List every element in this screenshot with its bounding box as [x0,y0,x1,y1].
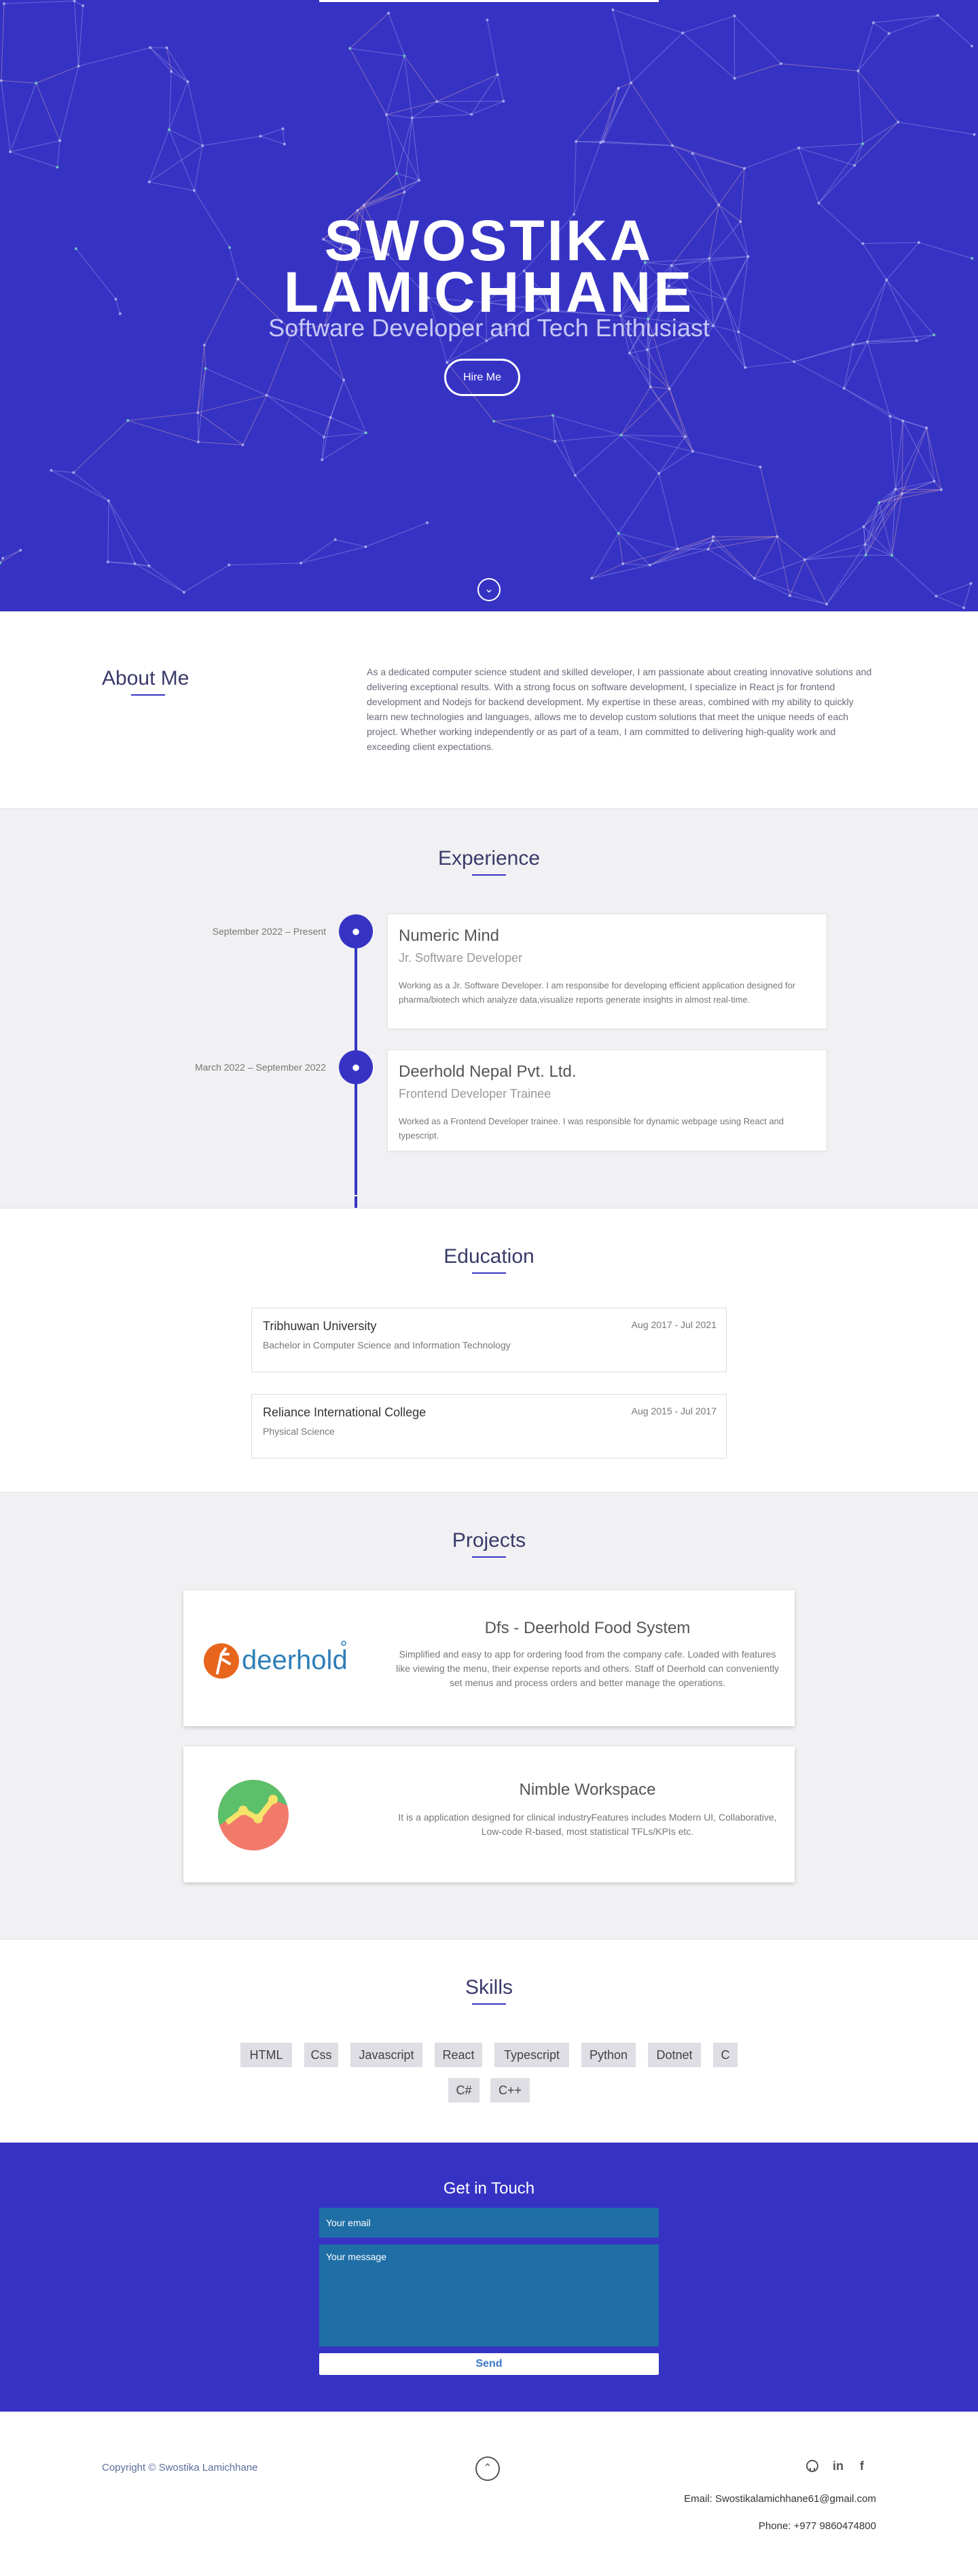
education-school: Tribhuwan University [263,1319,377,1333]
projects-section: Projects deerhold Dfs - Deerhold Food Sy… [0,1492,978,1939]
project-card[interactable]: deerhold Dfs - Deerhold Food System Simp… [183,1590,795,1726]
education-degree: Bachelor in Computer Science and Informa… [263,1340,511,1350]
experience-company: Numeric Mind [399,927,500,945]
experience-card: Numeric Mind Jr. Software Developer Work… [387,914,827,1029]
experience-company: Deerhold Nepal Pvt. Ltd. [399,1062,577,1081]
projects-heading: Projects [452,1529,526,1552]
experience-date: September 2022 – Present [212,926,326,937]
nimble-logo [218,1780,289,1850]
chevron-down-icon[interactable]: ⌄ [477,578,501,601]
project-title: Dfs - Deerhold Food System [484,1619,691,1637]
contact-heading: Get in Touch [443,2179,535,2198]
hero-subtitle: Software Developer and Tech Enthusiast [268,314,710,342]
experience-description: Worked as a Frontend Developer trainee. … [399,1116,784,1141]
deerhold-logo-text: deerhold [242,1645,348,1675]
send-button[interactable]: Send [319,2353,659,2375]
project-title: Nimble Workspace [519,1781,656,1799]
skill-chip: C [713,2043,738,2067]
facebook-icon[interactable]: f [860,2459,864,2473]
skills-underline [472,2003,506,2005]
about-underline [131,694,165,696]
hero-section: SWOSTIKA LAMICHHANE Software Developer a… [0,0,978,611]
education-section: Education Tribhuwan University Bachelor … [0,1208,978,1492]
linkedin-icon[interactable]: in [833,2459,844,2473]
hire-me-button[interactable]: Hire Me [444,359,520,396]
contact-phone: Phone: +977 9860474800 [758,2520,876,2532]
education-school: Reliance International College [263,1406,427,1419]
experience-role: Jr. Software Developer [399,951,523,965]
education-years: Aug 2015 - Jul 2017 [631,1406,717,1416]
skill-chip: C# [448,2078,479,2103]
skill-chip: React [435,2043,482,2067]
experience-date: March 2022 – September 2022 [194,1062,326,1073]
footer: Copyright © Swostika Lamichhane ⌃ in f E… [0,2412,978,2576]
skill-chip: Typescript [494,2043,569,2067]
skills-heading: Skills [465,1976,513,1999]
projects-underline [472,1556,506,1558]
skill-chip: Css [304,2043,338,2067]
copyright-text: Copyright © Swostika Lamichhane [102,2462,258,2473]
skill-chip: Dotnet [648,2043,701,2067]
project-description: It is a application designed for clinica… [398,1812,777,1837]
education-degree: Physical Science [263,1426,335,1437]
email-field[interactable] [319,2208,659,2238]
education-years: Aug 2017 - Jul 2021 [631,1319,717,1330]
education-heading: Education [443,1245,535,1268]
skill-chip: HTML [240,2043,292,2067]
location-pin-icon: ● [339,914,373,948]
github-icon[interactable] [805,2459,819,2473]
about-heading: About Me [102,667,189,690]
skill-chip: Javascript [350,2043,422,2067]
experience-underline [472,874,506,876]
experience-description: Working as a Jr. Software Developer. I a… [399,980,796,1005]
experience-card: Deerhold Nepal Pvt. Ltd. Frontend Develo… [387,1050,827,1151]
education-card: Reliance International College Physical … [251,1394,727,1459]
skill-chip: Python [581,2043,636,2067]
experience-role: Frontend Developer Trainee [399,1087,551,1101]
message-field[interactable] [319,2244,659,2346]
about-section: About Me As a dedicated computer science… [0,611,978,808]
contact-section: Get in Touch Send [0,2143,978,2412]
chevron-up-icon[interactable]: ⌃ [475,2456,500,2481]
project-description: Simplified and easy to app for ordering … [396,1649,779,1688]
contact-email: Email: Swostikalamichhane61@gmail.com [684,2493,876,2505]
education-card: Tribhuwan University Bachelor in Compute… [251,1308,727,1372]
experience-heading: Experience [437,847,541,870]
hero-name-last: LAMICHHANE [283,260,695,324]
location-pin-icon: ● [339,1050,373,1084]
skills-section: Skills HTML Css Javascript React Typescr… [0,1939,978,2143]
about-text: As a dedicated computer science student … [367,666,872,752]
top-nav-bar [319,0,659,2]
project-card[interactable]: Nimble Workspace It is a application des… [183,1747,795,1882]
skill-chip: C++ [490,2078,530,2103]
education-underline [472,1272,506,1274]
experience-section: Experience ● September 2022 – Present Nu… [0,808,978,1308]
deerhold-logo: deerhold [204,1641,348,1679]
